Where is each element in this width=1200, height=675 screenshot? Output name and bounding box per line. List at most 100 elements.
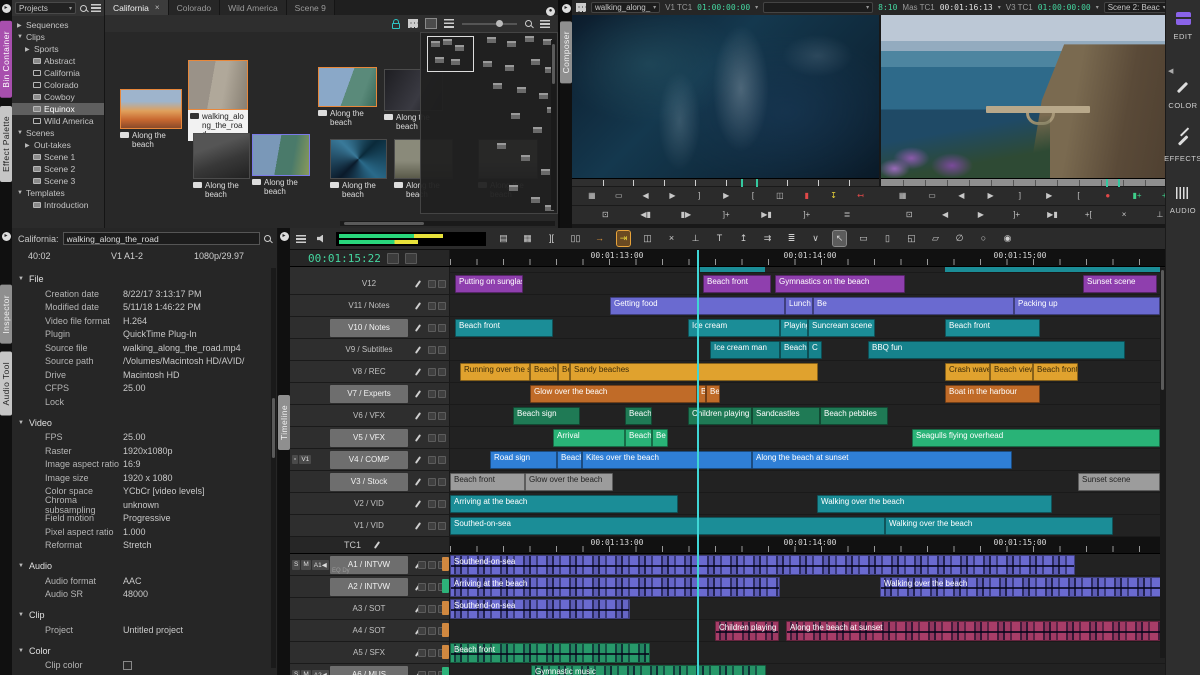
clip-southed-on-sea[interactable]: Southed-on-sea	[450, 517, 885, 535]
bin-tab-scene-9[interactable]: Scene 9	[287, 0, 335, 15]
tab-composer[interactable]: Composer	[560, 21, 572, 83]
clip-be[interactable]: Be	[652, 429, 668, 447]
go-to-out-button[interactable]: ]+	[1010, 209, 1024, 221]
inspector-search-icon[interactable]	[264, 235, 271, 242]
tree-item-sports[interactable]: ▶Sports	[12, 43, 104, 55]
track-selector-v9-subtitles[interactable]: V9 / Subtitles	[330, 341, 408, 359]
chevron-right-icon[interactable]: ▶	[17, 22, 23, 29]
clip-beach[interactable]: Beach	[780, 341, 808, 359]
clapper-icon[interactable]	[576, 3, 586, 12]
tree-item-templates[interactable]: ▼Templates	[12, 187, 104, 199]
monitor-icon[interactable]	[428, 390, 436, 398]
clip-beach-front[interactable]: Beach front	[703, 275, 771, 293]
pencil-icon[interactable]	[415, 522, 421, 530]
clip-ice-cream[interactable]: Ice cream	[688, 319, 780, 337]
waveform-icon[interactable]	[418, 671, 426, 675]
track-selector-v3-stock[interactable]: V3 / Stock	[330, 473, 408, 491]
tab-timeline[interactable]: Timeline	[278, 395, 290, 450]
clip-playing[interactable]: Playing	[780, 319, 808, 337]
tree-item-california[interactable]: California	[12, 67, 104, 79]
chevron-down-icon[interactable]: ▾	[998, 4, 1001, 11]
pencil-icon[interactable]	[415, 390, 421, 398]
clip-walking-over-the-beach[interactable]: Walking over the beach	[885, 517, 1113, 535]
monitor-icon[interactable]	[428, 456, 436, 464]
play-to-out-button[interactable]: ▶▮	[759, 209, 773, 221]
monitor-icon[interactable]	[428, 324, 436, 332]
large-frame-view-icon[interactable]	[426, 19, 436, 28]
keyframe-mode-button[interactable]: ∨	[809, 231, 822, 246]
tree-item-colorado[interactable]: Colorado	[12, 79, 104, 91]
transition-mode-button[interactable]: ◱	[905, 231, 918, 246]
clip-beach[interactable]: Beach	[625, 429, 652, 447]
add-marker-button[interactable]: ▮	[800, 190, 814, 202]
lock-icon[interactable]	[438, 478, 446, 486]
track-selector-v11-notes[interactable]: V11 / Notes	[330, 297, 408, 315]
step-back-1-button[interactable]: ◀	[938, 209, 952, 221]
overwrite-arrow-button[interactable]: →	[593, 231, 606, 246]
tree-item-introduction[interactable]: Introduction	[12, 199, 104, 211]
pencil-icon[interactable]	[415, 478, 421, 486]
pencil-icon[interactable]	[415, 302, 421, 310]
clip-be[interactable]: Be	[813, 297, 1014, 315]
clip-beach[interactable]: Beach	[557, 451, 582, 469]
inspector-scrollbar[interactable]	[271, 268, 276, 668]
track-selector-v12[interactable]: V12	[330, 275, 408, 293]
lock-icon[interactable]	[438, 302, 446, 310]
clip-running-over-the-s[interactable]: Running over the s	[460, 363, 530, 381]
lift-button[interactable]: ↥	[737, 231, 750, 246]
trim-mode-button[interactable]: ][	[545, 231, 558, 246]
bin-clip-along-the-beach[interactable]: Along the beach	[318, 67, 377, 127]
step-fwd-1-button[interactable]: ▶	[974, 209, 988, 221]
clip-bbq-fun[interactable]: BBQ fun	[868, 341, 1125, 359]
automation-icon[interactable]	[428, 605, 436, 613]
dock-item-audio[interactable]: AUDIO	[1170, 187, 1196, 215]
clip-along-the-beach-at-sunset[interactable]: Along the beach at sunset	[786, 621, 1163, 641]
track-selector-a3-sot[interactable]: A3 / SOT	[330, 600, 408, 618]
menu-icon[interactable]	[91, 4, 101, 12]
source-monitor[interactable]	[572, 15, 879, 178]
fast-menu-button[interactable]: ▦	[585, 190, 599, 202]
step-fwd-10-button[interactable]: ▶	[665, 190, 679, 202]
bin-search-icon[interactable]	[525, 20, 532, 27]
tree-item-scene-1[interactable]: Scene 1	[12, 151, 104, 163]
clip-ice-cream-man[interactable]: Ice cream man	[710, 341, 780, 359]
toggle-source-record-icon[interactable]	[387, 253, 399, 264]
chevron-down-icon[interactable]: ▼	[17, 130, 23, 136]
clip-seagulls-flying-overhead[interactable]: Seagulls flying overhead	[912, 429, 1160, 447]
splice-in-arrow-button[interactable]: ⇥	[617, 231, 630, 246]
timecode-ruler[interactable]: 00:01:13:0000:01:14:0000:01:15:00	[450, 250, 1165, 266]
mixdown-button[interactable]: ≣	[785, 231, 798, 246]
pencil-icon[interactable]	[415, 368, 421, 376]
clip-be[interactable]: Be	[558, 363, 570, 381]
track-selector-v8-rec[interactable]: V8 / REC	[330, 363, 408, 381]
toggle-client-monitor-button[interactable]: ▭	[612, 190, 626, 202]
lock-icon[interactable]	[438, 434, 446, 442]
clip-arrival[interactable]: Arrival	[553, 429, 625, 447]
bin-clip-walking-along-the-road[interactable]: walking_along_the_road	[188, 60, 248, 141]
tab-audio-tool[interactable]: Audio Tool	[0, 352, 12, 416]
bin-clip-along-the-beach[interactable]: Along the beach	[193, 133, 250, 199]
clip-beach-front[interactable]: Beach front	[455, 319, 553, 337]
panel-cycle-icon[interactable]: ▸	[2, 4, 11, 13]
play-to-out-button[interactable]: ▶▮	[1045, 209, 1059, 221]
track-selector-v1-vid[interactable]: V1 / VID	[330, 517, 408, 535]
pencil-icon[interactable]	[415, 456, 421, 464]
monitor-icon[interactable]	[428, 522, 436, 530]
clip-southend-on-sea[interactable]: Southend-on-sea	[450, 555, 1075, 575]
text-tool-button[interactable]: T	[713, 231, 726, 246]
automation-icon[interactable]	[428, 649, 436, 657]
lock-icon[interactable]	[438, 500, 446, 508]
pointer-tool-button[interactable]: ↖	[833, 231, 846, 246]
overwrite-button[interactable]: ↧	[827, 190, 841, 202]
clip-beach-sign[interactable]: Beach sign	[513, 407, 580, 425]
clip-gymnastic-music[interactable]: Gymnastic music	[531, 665, 766, 675]
tab-inspector[interactable]: Inspector	[0, 285, 12, 344]
monitor-icon[interactable]	[428, 434, 436, 442]
track-patch[interactable]: ▫V1	[292, 455, 328, 464]
track-patch[interactable]: SMA1◀	[292, 560, 328, 570]
clip-sandcastles[interactable]: Sandcastles	[752, 407, 820, 425]
clip-arriving-at-the-beach[interactable]: Arriving at the beach	[450, 495, 678, 513]
speaker-icon[interactable]	[317, 235, 325, 243]
thumb-size-slider[interactable]	[462, 23, 517, 25]
tab-bin-container[interactable]: Bin Container	[0, 21, 12, 98]
